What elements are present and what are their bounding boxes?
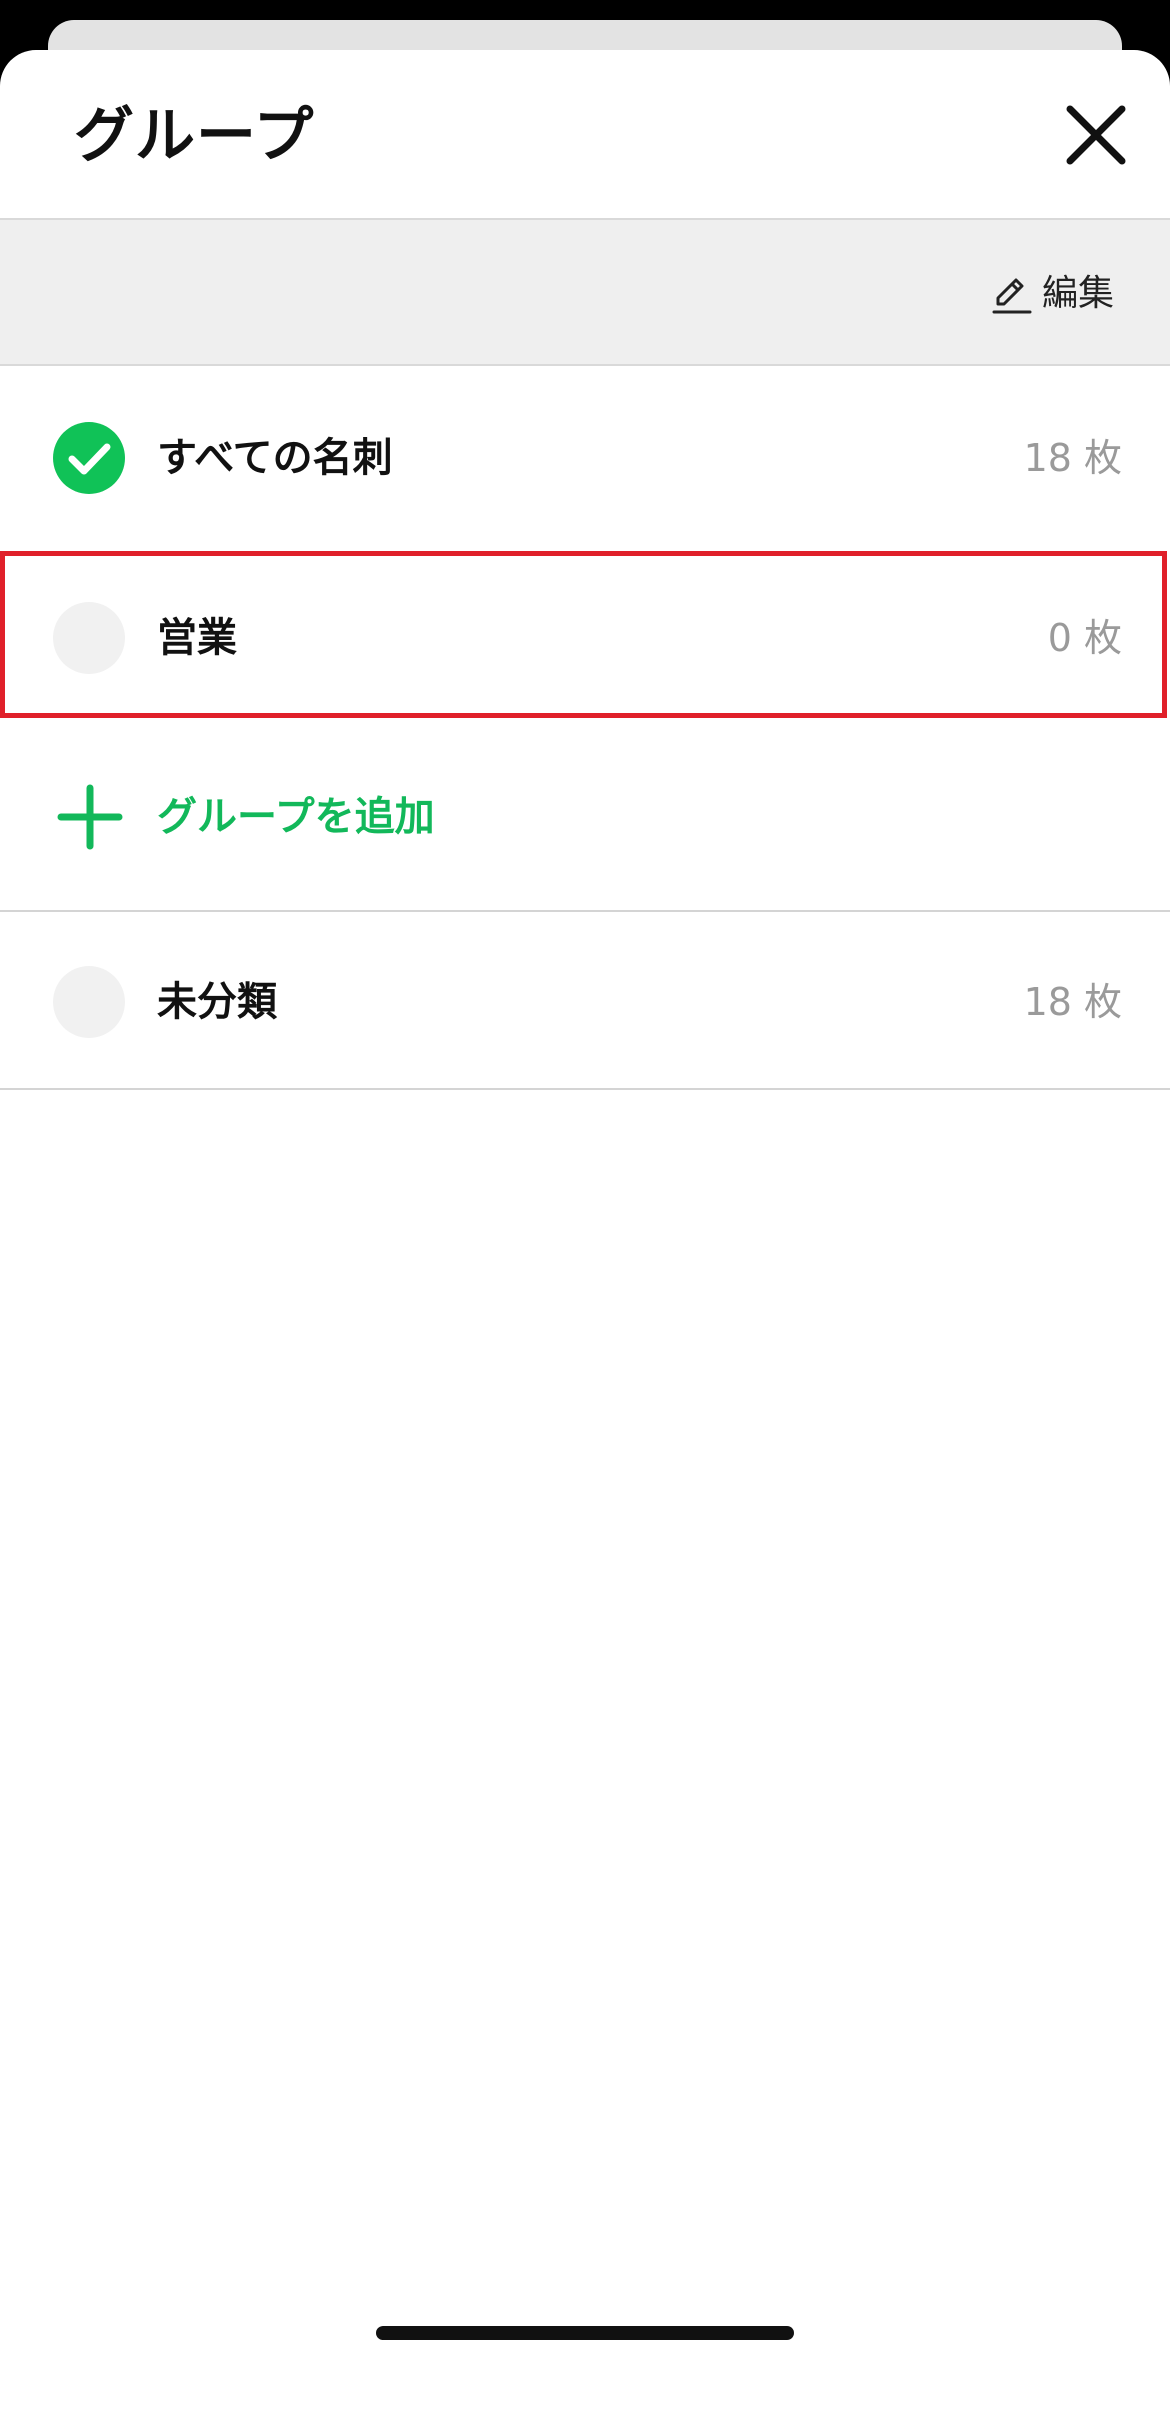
sheet-header: グループ: [0, 50, 1170, 218]
group-sheet: グループ 編集 すべての名刺 18 枚 営業 0 枚 グループを追加 未分類 1…: [0, 50, 1170, 2411]
selected-check-icon: [53, 422, 125, 494]
group-item-sales[interactable]: 営業 0 枚: [0, 548, 1170, 728]
edit-button[interactable]: 編集: [990, 266, 1114, 322]
group-item-count: 18 枚: [1023, 436, 1122, 480]
group-item-all-cards[interactable]: すべての名刺 18 枚: [0, 368, 1170, 548]
close-button[interactable]: [1056, 95, 1136, 175]
group-item-label: すべての名刺: [157, 435, 393, 481]
page-title: グループ: [74, 101, 315, 171]
plus-icon: [57, 784, 123, 850]
edit-label: 編集: [1041, 273, 1114, 314]
group-item-count: 18 枚: [1023, 980, 1122, 1024]
group-item-unclassified[interactable]: 未分類 18 枚: [0, 910, 1170, 1090]
add-group-label: グループを追加: [157, 794, 435, 840]
add-group-button[interactable]: グループを追加: [0, 728, 1170, 908]
highlight-box: [0, 551, 1167, 718]
home-indicator: [376, 2326, 794, 2340]
pencil-icon: [992, 278, 1032, 314]
unselected-radio-icon: [53, 966, 125, 1038]
close-icon: [1066, 105, 1126, 165]
edit-toolbar: 編集: [0, 218, 1170, 366]
group-item-label: 未分類: [157, 979, 277, 1025]
